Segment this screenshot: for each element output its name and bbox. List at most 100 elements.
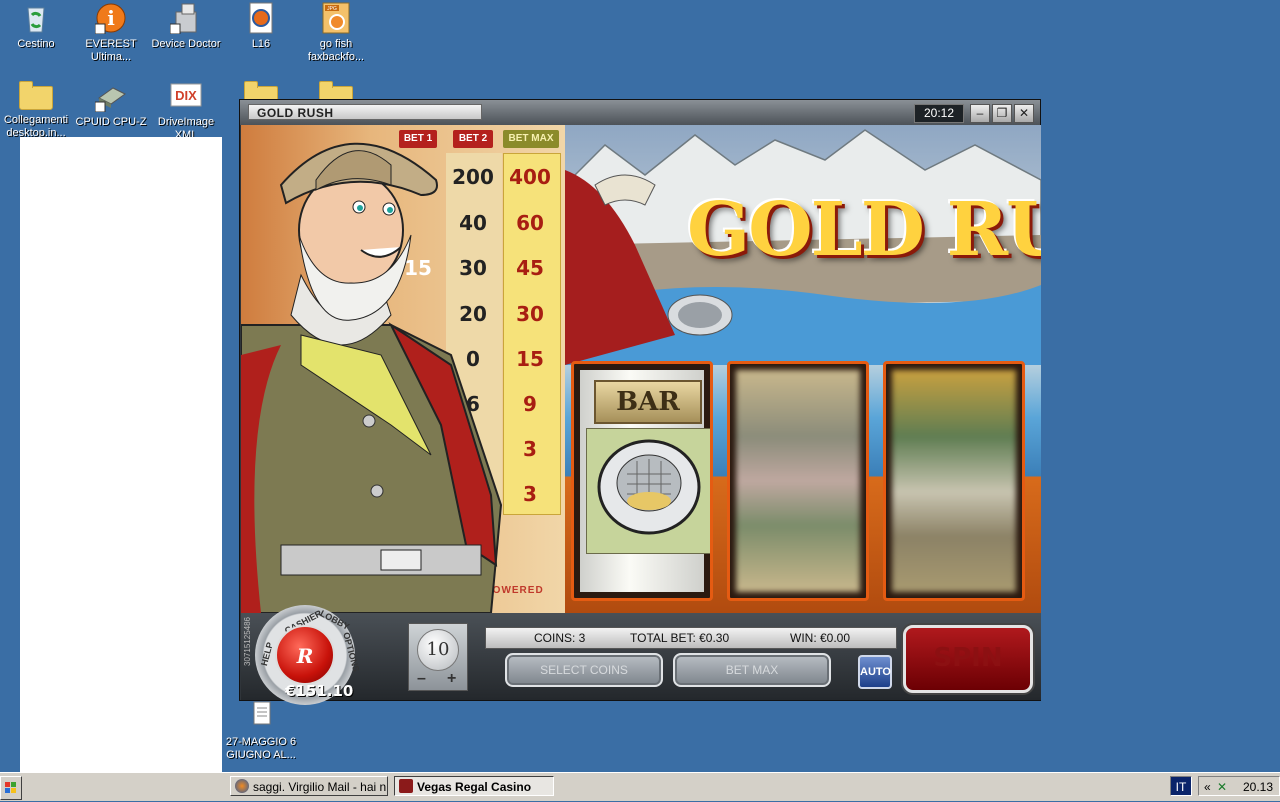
svg-text:DIX: DIX — [175, 88, 197, 103]
help-link[interactable]: HELP — [259, 641, 275, 667]
language-indicator[interactable]: IT — [1170, 776, 1192, 796]
win-display: WIN: €0.00 — [790, 631, 851, 645]
total-bet-display: TOTAL BET: €0.30 — [630, 631, 730, 645]
betmax-value: 9 — [523, 392, 537, 416]
window-clock: 20:12 — [914, 104, 964, 123]
casino-icon — [399, 779, 413, 793]
game-stage: BET 1 BET 2 BET MAX 200 400 40 60 15 30 … — [241, 125, 1041, 613]
bet2-value: 30 — [459, 256, 487, 280]
system-tray: « ✕ 20.13 — [1198, 776, 1280, 796]
bet-status-bar: COINS: 3 TOTAL BET: €0.30 WIN: €0.00 — [485, 627, 897, 649]
betmax-value: 60 — [516, 211, 544, 235]
blank-overlay-panel — [20, 137, 222, 800]
icon-label: CPUID CPU-Z — [75, 116, 147, 128]
document-icon — [245, 700, 277, 732]
icon-label: go fish faxbackfo... — [307, 38, 365, 63]
paytable-row: 200 400 — [241, 157, 565, 201]
bet1-value: 15 — [404, 256, 432, 280]
driveimage-shortcut[interactable]: DIX DriveImage XML — [148, 80, 224, 142]
taskbar: saggi. Virgilio Mail - hai n... Vegas Re… — [0, 772, 1280, 801]
icon-label: 27-MAGGIO 6 GIUGNO AL... — [225, 736, 297, 761]
cpuz-shortcut[interactable]: CPUID CPU-Z — [73, 80, 149, 129]
reel-2-spinning — [727, 361, 869, 601]
minimize-button[interactable]: – — [970, 104, 990, 123]
bet1-header: BET 1 — [399, 130, 437, 148]
task-label: Vegas Regal Casino — [417, 780, 532, 794]
window-titlebar[interactable]: GOLD RUSH 20:12 – ❐ ✕ — [240, 100, 1040, 125]
bet-max-button[interactable]: BET MAX — [673, 653, 831, 687]
auto-button[interactable]: AUTO — [858, 655, 892, 689]
bet2-value: 6 — [466, 392, 480, 416]
close-icon: ✕ — [1018, 106, 1030, 120]
paytable-row: 0 15 — [241, 339, 565, 383]
reel-3-spinning — [883, 361, 1025, 601]
firefox-icon — [235, 779, 249, 793]
icon-label: L16 — [251, 38, 271, 50]
bet2-value: 0 — [466, 347, 480, 371]
windows-logo-icon — [5, 782, 16, 793]
taskbar-item-vegas-regal[interactable]: Vegas Regal Casino — [394, 776, 554, 796]
paytable: BET 1 BET 2 BET MAX 200 400 40 60 15 30 … — [241, 125, 565, 613]
cpu-chip-icon — [94, 80, 127, 113]
minimize-icon: – — [976, 106, 984, 120]
paytable-row: 6 9 — [241, 384, 565, 428]
firefox-document-icon — [245, 2, 277, 34]
betmax-value: 3 — [523, 482, 537, 506]
coin-value: 10 — [417, 629, 459, 671]
bet2-value: 40 — [459, 211, 487, 235]
betmax-value: 3 — [523, 437, 537, 461]
powered-label: POWERED — [485, 585, 544, 596]
balance-display: €151.10 — [285, 682, 354, 700]
jpg-image-icon: JPG — [320, 2, 352, 34]
recycle-bin-shortcut[interactable]: Cestino — [0, 2, 74, 51]
folder-icon — [19, 81, 53, 110]
betmax-value: 400 — [509, 165, 551, 189]
svg-text:i: i — [107, 6, 115, 30]
start-button[interactable] — [0, 776, 22, 800]
icon-label: EVEREST Ultima... — [85, 38, 137, 63]
tray-clock: 20.13 — [1243, 780, 1274, 794]
game-scene: GOLD RUSH BAR — [565, 125, 1041, 613]
betmax-value: 15 — [516, 347, 544, 371]
reel-1: BAR — [571, 361, 713, 601]
select-coins-button[interactable]: SELECT COINS — [505, 653, 663, 687]
device-doctor-shortcut[interactable]: Device Doctor — [148, 2, 224, 51]
bet2-header: BET 2 — [453, 130, 493, 148]
restore-icon: ❐ — [996, 106, 1008, 120]
gold-rush-window[interactable]: GOLD RUSH 20:12 – ❐ ✕ BET 1 BET 2 BET MA… — [239, 99, 1041, 705]
task-label: saggi. Virgilio Mail - hai n... — [253, 780, 388, 794]
taskbar-item-virgilio-mail[interactable]: saggi. Virgilio Mail - hai n... — [230, 776, 388, 796]
window-title: GOLD RUSH — [248, 104, 482, 120]
dix-logo-icon: DIX — [170, 80, 202, 112]
betmax-value: 45 — [516, 256, 544, 280]
l16-shortcut[interactable]: L16 — [223, 2, 299, 51]
betmax-value: 30 — [516, 302, 544, 326]
paytable-row: 3 — [241, 429, 565, 473]
coins-display: COINS: 3 — [534, 631, 586, 645]
collegamenti-shortcut[interactable]: Collegamenti desktop.in... — [0, 80, 74, 140]
info-icon: i — [94, 2, 127, 35]
gold-pan-symbol — [586, 428, 710, 554]
svg-text:JPG: JPG — [327, 6, 337, 12]
paytable-row: 20 30 — [241, 294, 565, 338]
everest-shortcut[interactable]: i EVEREST Ultima... — [73, 2, 149, 64]
spin-button[interactable]: SPIN — [903, 625, 1033, 693]
betmax-header: BET MAX — [503, 130, 559, 148]
maximize-button[interactable]: ❐ — [992, 104, 1012, 123]
icon-label: Device Doctor — [151, 38, 221, 50]
go-fish-shortcut[interactable]: JPG go fish faxbackfo... — [298, 2, 374, 64]
icon-label: Cestino — [17, 38, 55, 50]
coin-decrease-button[interactable]: – — [417, 670, 426, 688]
coin-value-selector: 10 – + — [408, 623, 468, 691]
maggio-document-shortcut[interactable]: 27-MAGGIO 6 GIUGNO AL... — [223, 700, 299, 762]
options-link[interactable]: OPTIONS — [341, 631, 361, 673]
paytable-row: 15 30 45 — [241, 248, 565, 292]
bet2-value: 20 — [459, 302, 487, 326]
coin-increase-button[interactable]: + — [447, 670, 456, 688]
excel-icon[interactable]: ✕ — [1217, 777, 1227, 797]
session-id: 30715125486 — [243, 617, 252, 666]
casino-logo-icon: R — [275, 625, 335, 685]
paytable-row: 3 — [241, 474, 565, 518]
tray-expand-icon[interactable]: « — [1204, 777, 1211, 797]
close-button[interactable]: ✕ — [1014, 104, 1034, 123]
